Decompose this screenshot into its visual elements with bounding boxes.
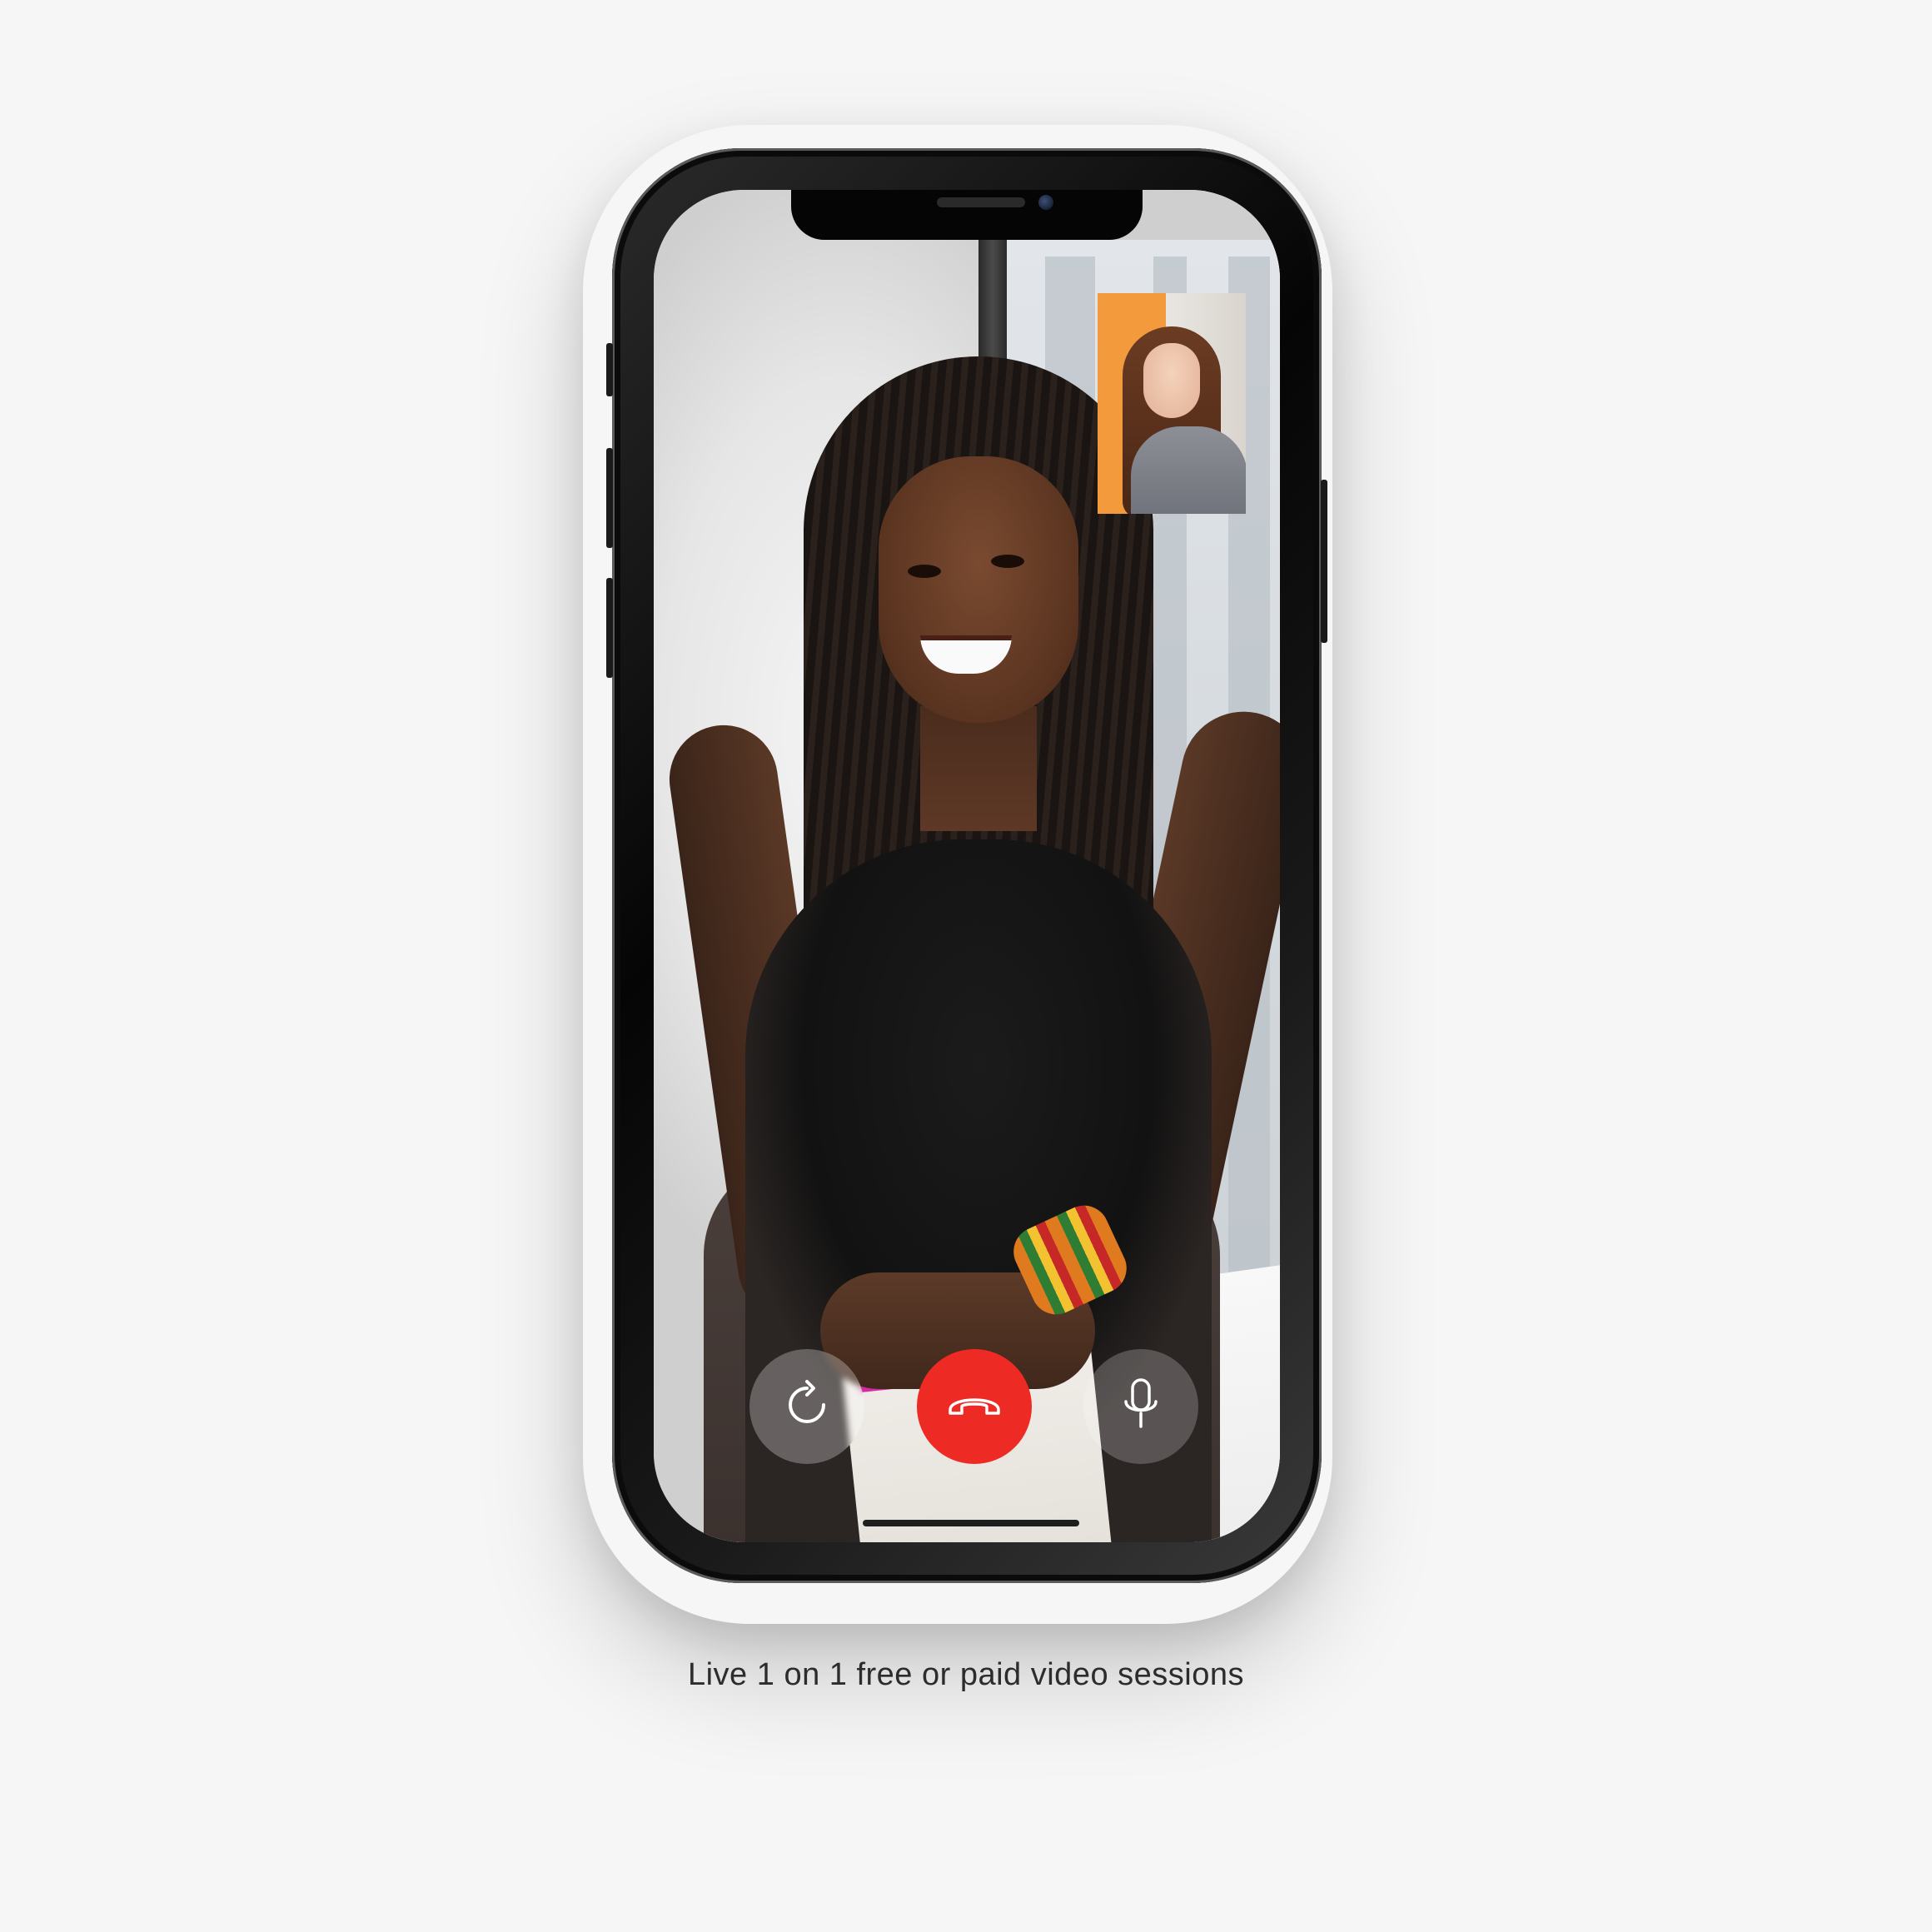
earpiece-speaker: [937, 197, 1025, 207]
self-view-video[interactable]: [1098, 293, 1246, 514]
silent-switch: [606, 343, 613, 396]
person-face: [879, 456, 1078, 723]
phone-screen: [654, 190, 1280, 1542]
feature-caption: Live 1 on 1 free or paid video sessions: [687, 1657, 1244, 1692]
person-eye-right: [991, 555, 1024, 568]
home-indicator[interactable]: [863, 1520, 1079, 1526]
volume-down-button: [606, 578, 613, 678]
volume-up-button: [606, 448, 613, 548]
flip-camera-button[interactable]: [749, 1349, 864, 1464]
end-call-button[interactable]: [917, 1349, 1032, 1464]
person-eye-left: [908, 565, 941, 578]
power-button: [1321, 480, 1327, 643]
self-view-face: [1143, 343, 1200, 418]
rotate-icon: [780, 1378, 834, 1436]
phone-hangup-icon: [945, 1388, 1003, 1426]
front-camera: [1038, 195, 1053, 210]
notch: [791, 190, 1143, 240]
microphone-button[interactable]: [1083, 1349, 1198, 1464]
stage: Live 1 on 1 free or paid video sessions: [0, 0, 1932, 1932]
self-view-jacket: [1131, 426, 1246, 514]
person-neck: [920, 706, 1037, 831]
microphone-icon: [1116, 1375, 1166, 1439]
